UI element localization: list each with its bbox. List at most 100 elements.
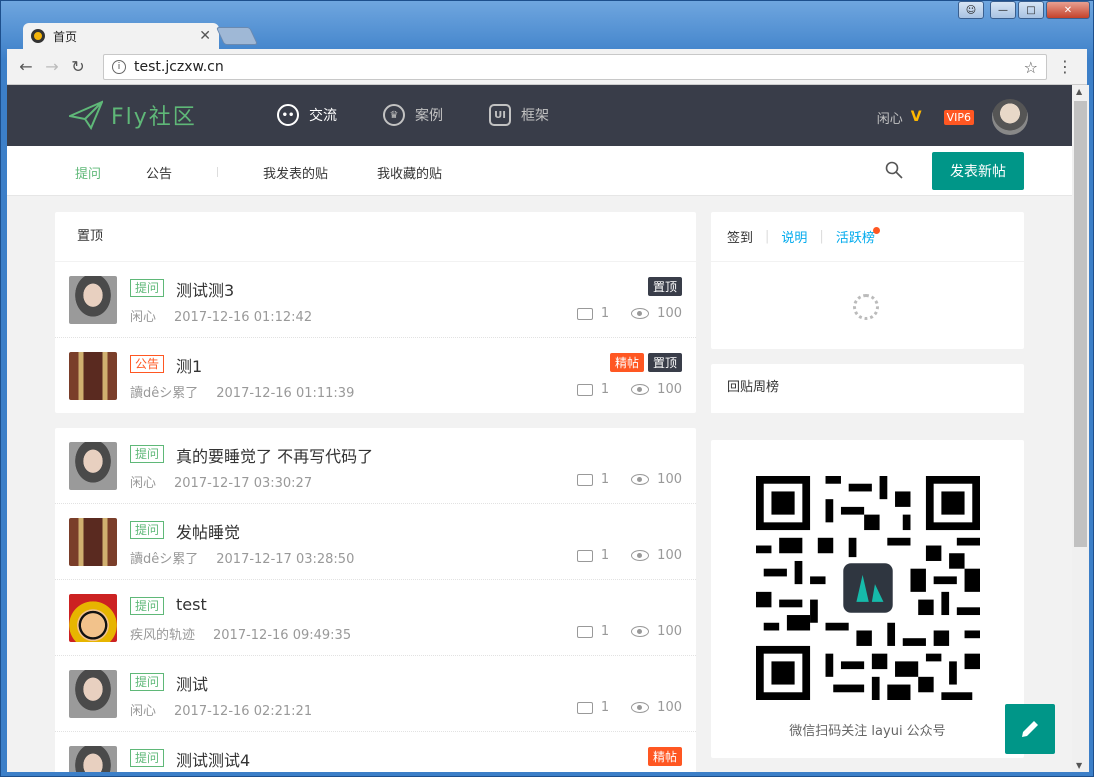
qr-caption: 微信扫码关注 layui 公众号	[789, 724, 946, 739]
author-avatar[interactable]	[69, 518, 117, 566]
post-title[interactable]: 真的要睡觉了 不再写代码了	[176, 443, 373, 467]
subnav-item-announcements[interactable]: 公告	[146, 163, 172, 182]
view-count: 100	[657, 306, 682, 321]
post-title[interactable]: 测试测试4	[176, 747, 250, 771]
tab-label: 活跃榜	[835, 231, 875, 246]
author-avatar[interactable]	[69, 442, 117, 490]
nav-label: 框架	[521, 108, 549, 124]
author-avatar[interactable]	[69, 276, 117, 324]
list-item[interactable]: 公告 测1 讀dêシ累了 2017-12-16 01:11:39 精帖 置顶 1 10…	[55, 338, 696, 414]
sub-nav: 提问 公告 我发表的贴 我收藏的贴 发表新帖	[7, 146, 1072, 196]
subnav-item-my-posts[interactable]: 我发表的贴	[263, 163, 328, 182]
list-item[interactable]: 提问 测试 闲心 2017-12-16 02:21:21 1 100	[55, 656, 696, 732]
scroll-up-icon[interactable]: ▲	[1076, 87, 1082, 96]
post-title[interactable]: 测1	[176, 353, 202, 377]
category-tag[interactable]: 提问	[130, 749, 165, 767]
post-title[interactable]: 测试	[176, 671, 208, 695]
close-window-icon[interactable]: ✕	[1046, 1, 1090, 19]
minimize-icon[interactable]: —	[990, 1, 1016, 19]
post-stats: 1 100	[576, 382, 682, 397]
browser-tab[interactable]: 首页 ✕	[23, 23, 219, 49]
new-tab-button[interactable]	[215, 27, 259, 45]
subnav-item-questions[interactable]: 提问	[75, 163, 101, 182]
user-icon[interactable]: ☺	[958, 1, 984, 19]
list-item[interactable]: 提问 test 疾风的轨迹 2017-12-16 09:49:35 1 100	[55, 580, 696, 656]
author-avatar[interactable]	[69, 670, 117, 718]
header-nav: •• 交流 ♛ 案例 UI 框架	[277, 104, 549, 126]
info-icon[interactable]: i	[112, 60, 126, 74]
bookmark-star-icon[interactable]: ☆	[1024, 58, 1038, 77]
site-header: Fly社区 •• 交流 ♛ 案例 UI 框架 闲心 V VIP6	[7, 85, 1072, 146]
nav-item-cases[interactable]: ♛ 案例	[383, 104, 443, 126]
pinned-panel: 置顶 提问 测试测3 闲心 2017-12-16 01:12:42 置顶 1 100…	[55, 212, 696, 413]
comment-count: 1	[600, 700, 610, 715]
tab-sign-in[interactable]: 签到	[727, 227, 753, 246]
maximize-icon[interactable]: □	[1018, 1, 1044, 19]
back-icon[interactable]: ←	[13, 57, 39, 76]
category-tag[interactable]: 提问	[130, 597, 165, 615]
new-post-button[interactable]: 发表新帖	[932, 152, 1024, 190]
paper-plane-icon	[69, 100, 103, 130]
subnav-item-my-favorites[interactable]: 我收藏的贴	[377, 163, 442, 182]
browser-menu-icon[interactable]: ⋮	[1057, 57, 1073, 76]
scrollbar-thumb[interactable]	[1074, 101, 1087, 547]
author-name[interactable]: 疾风的轨迹	[130, 628, 195, 643]
pinned-badge: 置顶	[647, 277, 682, 296]
featured-badge: 精帖	[609, 353, 644, 372]
badges: 精帖 置顶	[609, 353, 682, 372]
category-tag[interactable]: 提问	[130, 445, 165, 463]
author-avatar[interactable]	[69, 746, 117, 772]
nav-item-framework[interactable]: UI 框架	[489, 104, 549, 126]
author-name[interactable]: 闲心	[130, 310, 156, 325]
author-name[interactable]: 闲心	[130, 704, 156, 719]
list-item[interactable]: 提问 发帖睡觉 讀dêシ累了 2017-12-17 03:28:50 1 100	[55, 504, 696, 580]
nav-item-chat[interactable]: •• 交流	[277, 104, 337, 126]
post-stats: 1 100	[576, 700, 682, 715]
post-title[interactable]: 测试测3	[176, 277, 234, 301]
qr-code-image	[756, 476, 980, 700]
tab-description[interactable]: 说明	[781, 227, 807, 246]
vip-badge: VIP6	[943, 109, 974, 125]
post-time: 2017-12-16 01:12:42	[174, 310, 313, 325]
author-name[interactable]: 闲心	[130, 476, 156, 491]
category-tag[interactable]: 提问	[130, 521, 165, 539]
post-stats: 1 100	[576, 548, 682, 563]
category-tag[interactable]: 公告	[130, 355, 165, 373]
close-tab-icon[interactable]: ✕	[199, 28, 211, 44]
author-avatar[interactable]	[69, 352, 117, 400]
author-name[interactable]: 讀dêシ累了	[130, 552, 198, 567]
tab-active-rank[interactable]: 活跃榜	[836, 227, 880, 246]
author-avatar[interactable]	[69, 594, 117, 642]
post-title[interactable]: 发帖睡觉	[176, 519, 240, 543]
comment-icon	[576, 383, 593, 396]
forward-icon[interactable]: →	[39, 57, 65, 76]
author-name[interactable]: 讀dêシ累了	[130, 386, 198, 401]
eye-icon	[631, 474, 650, 485]
browser-toolbar: ← → ↻ i test.jczxw.cn ☆ ⋮	[7, 49, 1087, 85]
sign-tabs: 签到 | 说明 | 活跃榜	[711, 212, 1024, 262]
post-title[interactable]: test	[176, 595, 207, 614]
comment-count: 1	[600, 382, 610, 397]
address-bar[interactable]: i test.jczxw.cn ☆	[103, 54, 1047, 80]
site-logo[interactable]: Fly社区	[69, 99, 197, 131]
list-item[interactable]: 提问 测试测3 闲心 2017-12-16 01:12:42 置顶 1 100	[55, 262, 696, 338]
category-tag[interactable]: 提问	[130, 279, 165, 297]
user-name[interactable]: 闲心	[877, 108, 903, 127]
list-item[interactable]: 提问 真的要睡觉了 不再写代码了 闲心 2017-12-17 03:30:27 1…	[55, 428, 696, 504]
post-meta: 闲心 2017-12-17 03:30:27	[130, 472, 312, 491]
eye-icon	[631, 550, 650, 561]
post-time: 2017-12-17 03:30:27	[174, 476, 313, 491]
reload-icon[interactable]: ↻	[65, 57, 91, 76]
edit-fab-button[interactable]	[1005, 704, 1055, 754]
category-tag[interactable]: 提问	[130, 673, 165, 691]
comment-count: 1	[600, 624, 610, 639]
user-avatar[interactable]	[992, 99, 1028, 135]
post-meta: 闲心 2017-12-16 02:21:21	[130, 700, 312, 719]
comment-icon	[576, 701, 593, 714]
list-item[interactable]: 提问 测试测试4 精帖	[55, 732, 696, 772]
chat-icon: ••	[277, 104, 299, 126]
verified-v-icon: V	[910, 109, 922, 125]
search-icon[interactable]	[885, 161, 903, 179]
vertical-scrollbar[interactable]: ▲ ▼	[1072, 85, 1089, 772]
scroll-down-icon[interactable]: ▼	[1076, 761, 1082, 770]
